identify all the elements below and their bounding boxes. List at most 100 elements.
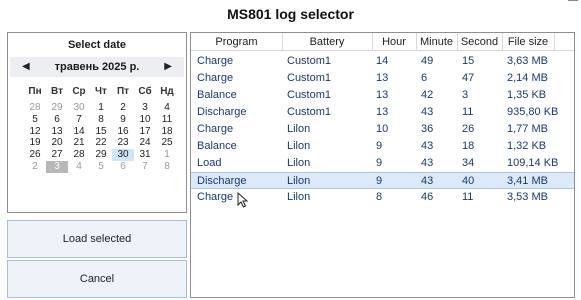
table-row[interactable]: Discharge Lilon 9 43 40 3,41 MB — [191, 172, 574, 189]
calendar-day[interactable]: 20 — [46, 137, 68, 149]
table-cell: 43 — [421, 140, 434, 152]
calendar-day[interactable]: 27 — [46, 149, 68, 161]
calendar-day[interactable]: 21 — [68, 137, 90, 149]
table-row[interactable]: Charge Custom1 14 49 15 3,63 MB — [191, 53, 574, 70]
calendar-day[interactable]: 17 — [134, 126, 156, 138]
table-cell: Lilon — [287, 123, 311, 135]
log-selector-window: MS801 log selector Select date ◀ травень… — [0, 0, 581, 300]
table-cell: 40 — [462, 175, 475, 187]
table-cell: 935,80 KB — [507, 106, 559, 118]
table-cell: 13 — [376, 106, 389, 118]
calendar-day[interactable]: 28 — [24, 102, 46, 114]
log-table: Program Battery Hour Minute Second File size … — [190, 32, 575, 298]
calendar-day[interactable]: 15 — [90, 126, 112, 138]
calendar-day[interactable]: 1 — [90, 102, 112, 114]
calendar-day[interactable]: 24 — [134, 137, 156, 149]
date-calendar: Select date ◀ травень 2025 р. ▶ Пн Вт Ср Чт… — [7, 32, 187, 213]
calendar-day[interactable]: 10 — [134, 114, 156, 126]
window-title: MS801 log selector — [227, 6, 354, 22]
table-cell: 43 — [421, 157, 434, 169]
column-header[interactable]: Hour — [372, 36, 416, 48]
calendar-day[interactable]: 13 — [46, 126, 68, 138]
calendar-day[interactable]: 8 — [156, 161, 178, 173]
calendar-day[interactable]: 28 — [68, 149, 90, 161]
calendar-nav: ◀ травень 2025 р. ▶ — [10, 57, 184, 77]
weekday-label: Нд — [160, 86, 174, 97]
calendar-day[interactable]: 7 — [134, 161, 156, 173]
table-cell: 42 — [421, 89, 434, 101]
calendar-day[interactable]: 29 — [90, 149, 112, 161]
table-cell: Lilon — [287, 157, 311, 169]
next-month-icon[interactable]: ▶ — [164, 61, 172, 72]
calendar-day[interactable]: 6 — [46, 114, 68, 126]
table-row[interactable]: Load Lilon 9 43 34 109,14 KB — [191, 155, 574, 172]
calendar-day[interactable]: 30 — [112, 149, 134, 161]
calendar-day[interactable]: 9 — [112, 114, 134, 126]
table-cell: 9 — [376, 157, 383, 169]
table-cell: Lilon — [287, 140, 311, 152]
table-cell: Charge — [197, 191, 234, 203]
table-cell: Lilon — [287, 175, 311, 187]
calendar-day[interactable]: 31 — [134, 149, 156, 161]
table-cell: Custom1 — [287, 89, 332, 101]
weekday-label: Вт — [51, 86, 63, 97]
load-selected-button[interactable]: Load selected — [7, 220, 187, 258]
cancel-button[interactable]: Cancel — [7, 260, 187, 298]
weekday-label: Чт — [95, 86, 107, 97]
calendar-day[interactable]: 7 — [68, 114, 90, 126]
weekday-label: Ср — [72, 86, 86, 97]
table-cell: 15 — [462, 55, 475, 67]
calendar-day[interactable]: 4 — [68, 161, 90, 173]
calendar-day[interactable]: 2 — [24, 161, 46, 173]
column-header[interactable]: Minute — [416, 36, 457, 48]
calendar-day[interactable]: 16 — [112, 126, 134, 138]
table-cell: Discharge — [197, 175, 247, 187]
table-cell: 14 — [376, 55, 389, 67]
table-row[interactable]: Charge Lilon 10 36 26 1,77 MB — [191, 121, 574, 138]
calendar-day[interactable]: 2 — [112, 102, 134, 114]
calendar-day[interactable]: 19 — [24, 137, 46, 149]
table-cell: Charge — [197, 123, 234, 135]
table-row[interactable]: Balance Custom1 13 42 3 1,35 KB — [191, 87, 574, 104]
table-row[interactable]: Charge Custom1 13 6 47 2,14 MB — [191, 70, 574, 87]
table-cell: 1,35 KB — [507, 89, 547, 101]
calendar-day[interactable]: 12 — [24, 126, 46, 138]
calendar-day[interactable]: 8 — [90, 114, 112, 126]
column-header[interactable]: Second — [457, 36, 502, 48]
table-cell: 10 — [376, 123, 389, 135]
calendar-days: 28 29 30 1 2 3 4 5 6 7 8 9 10 11 12 13 14 15 16 17 18 19 20 21 2… — [24, 102, 178, 173]
month-label[interactable]: травень 2025 р. — [10, 61, 184, 73]
table-cell: 3,63 MB — [507, 55, 548, 67]
table-cell: Balance — [197, 140, 237, 152]
table-cell: 6 — [421, 72, 428, 84]
column-header[interactable]: Battery — [282, 36, 372, 48]
table-cell: 34 — [462, 157, 475, 169]
table-cell: 18 — [462, 140, 475, 152]
calendar-day[interactable]: 5 — [90, 161, 112, 173]
calendar-day[interactable]: 25 — [156, 137, 178, 149]
table-row[interactable]: Discharge Custom1 13 43 11 935,80 KB — [191, 104, 574, 121]
calendar-day[interactable]: 5 — [24, 114, 46, 126]
table-row[interactable]: Balance Lilon 9 43 18 1,32 KB — [191, 138, 574, 155]
calendar-day[interactable]: 18 — [156, 126, 178, 138]
calendar-day[interactable]: 3 — [46, 160, 68, 173]
calendar-day[interactable]: 23 — [112, 137, 134, 149]
table-cell: 2,14 MB — [507, 72, 548, 84]
calendar-day[interactable]: 3 — [134, 102, 156, 114]
calendar-day[interactable]: 14 — [68, 126, 90, 138]
weekday-label: Пн — [28, 86, 42, 97]
calendar-day[interactable]: 26 — [24, 149, 46, 161]
calendar-day[interactable]: 4 — [156, 102, 178, 114]
calendar-day[interactable]: 22 — [90, 137, 112, 149]
column-header[interactable]: Program — [191, 36, 282, 48]
column-header[interactable]: File size — [502, 36, 554, 48]
table-cell: Custom1 — [287, 55, 332, 67]
window-corner-mark — [568, 0, 578, 1]
calendar-day[interactable]: 11 — [156, 114, 178, 126]
calendar-day[interactable]: 30 — [68, 102, 90, 114]
table-header: Program Battery Hour Minute Second File size — [191, 33, 574, 51]
table-cell: 1,77 MB — [507, 123, 548, 135]
calendar-day[interactable]: 1 — [156, 149, 178, 161]
calendar-day[interactable]: 6 — [112, 161, 134, 173]
calendar-day[interactable]: 29 — [46, 102, 68, 114]
